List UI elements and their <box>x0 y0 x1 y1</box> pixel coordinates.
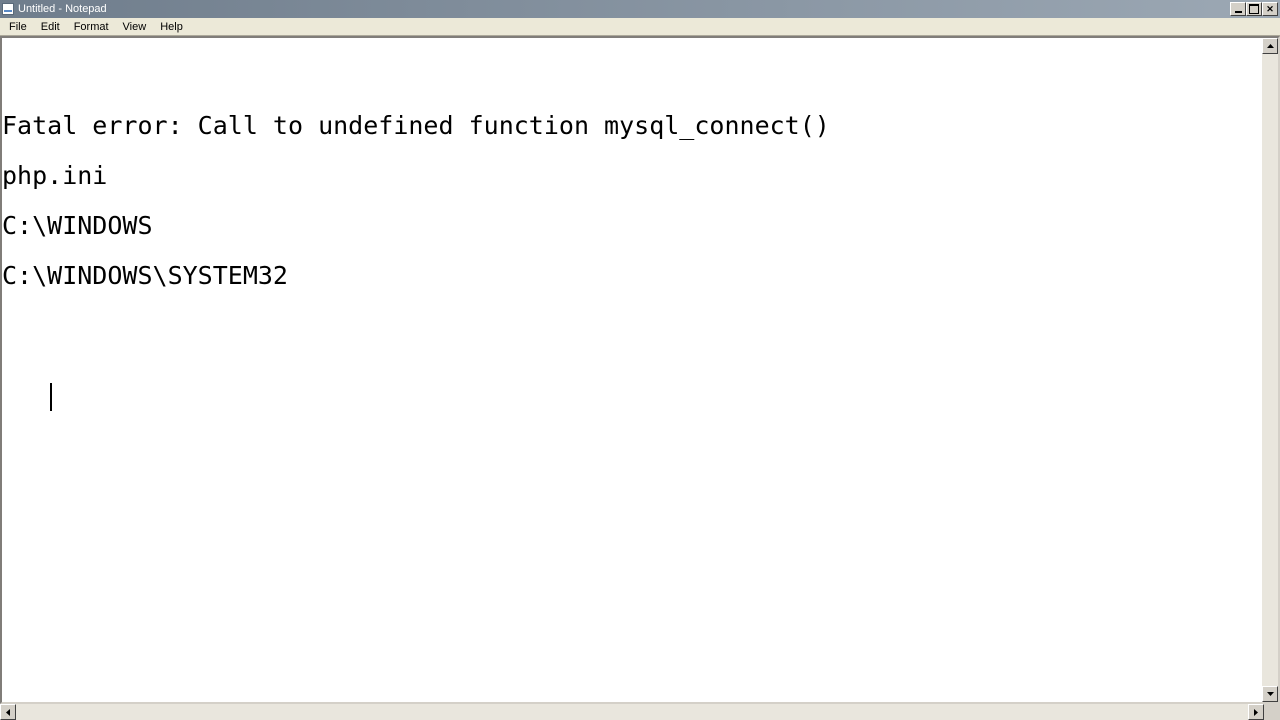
window-controls: ✕ <box>1230 2 1278 16</box>
window-title: Untitled - Notepad <box>18 3 1230 15</box>
scroll-right-button[interactable] <box>1248 704 1264 720</box>
menu-help[interactable]: Help <box>153 20 190 34</box>
menu-view[interactable]: View <box>116 20 154 34</box>
vertical-scrollbar[interactable] <box>1262 38 1278 702</box>
menu-bar: File Edit Format View Help <box>0 18 1280 36</box>
menu-edit[interactable]: Edit <box>34 20 67 34</box>
notepad-icon <box>2 3 14 15</box>
scroll-down-button[interactable] <box>1262 686 1278 702</box>
text-editor[interactable]: Fatal error: Call to undefined function … <box>2 38 1262 702</box>
scroll-corner <box>1264 704 1280 720</box>
scroll-track-horizontal[interactable] <box>16 704 1248 720</box>
bottom-scroll-row <box>0 704 1280 720</box>
title-bar: Untitled - Notepad ✕ <box>0 0 1280 18</box>
scroll-track-vertical[interactable] <box>1262 54 1278 686</box>
horizontal-scrollbar[interactable] <box>0 704 1264 720</box>
close-button[interactable]: ✕ <box>1262 2 1278 16</box>
text-caret <box>50 383 52 411</box>
menu-file[interactable]: File <box>2 20 34 34</box>
menu-format[interactable]: Format <box>67 20 116 34</box>
maximize-button[interactable] <box>1246 2 1262 16</box>
scroll-left-button[interactable] <box>0 704 16 720</box>
editor-frame: Fatal error: Call to undefined function … <box>0 36 1280 704</box>
scroll-up-button[interactable] <box>1262 38 1278 54</box>
minimize-button[interactable] <box>1230 2 1246 16</box>
editor-content: Fatal error: Call to undefined function … <box>2 88 1262 288</box>
